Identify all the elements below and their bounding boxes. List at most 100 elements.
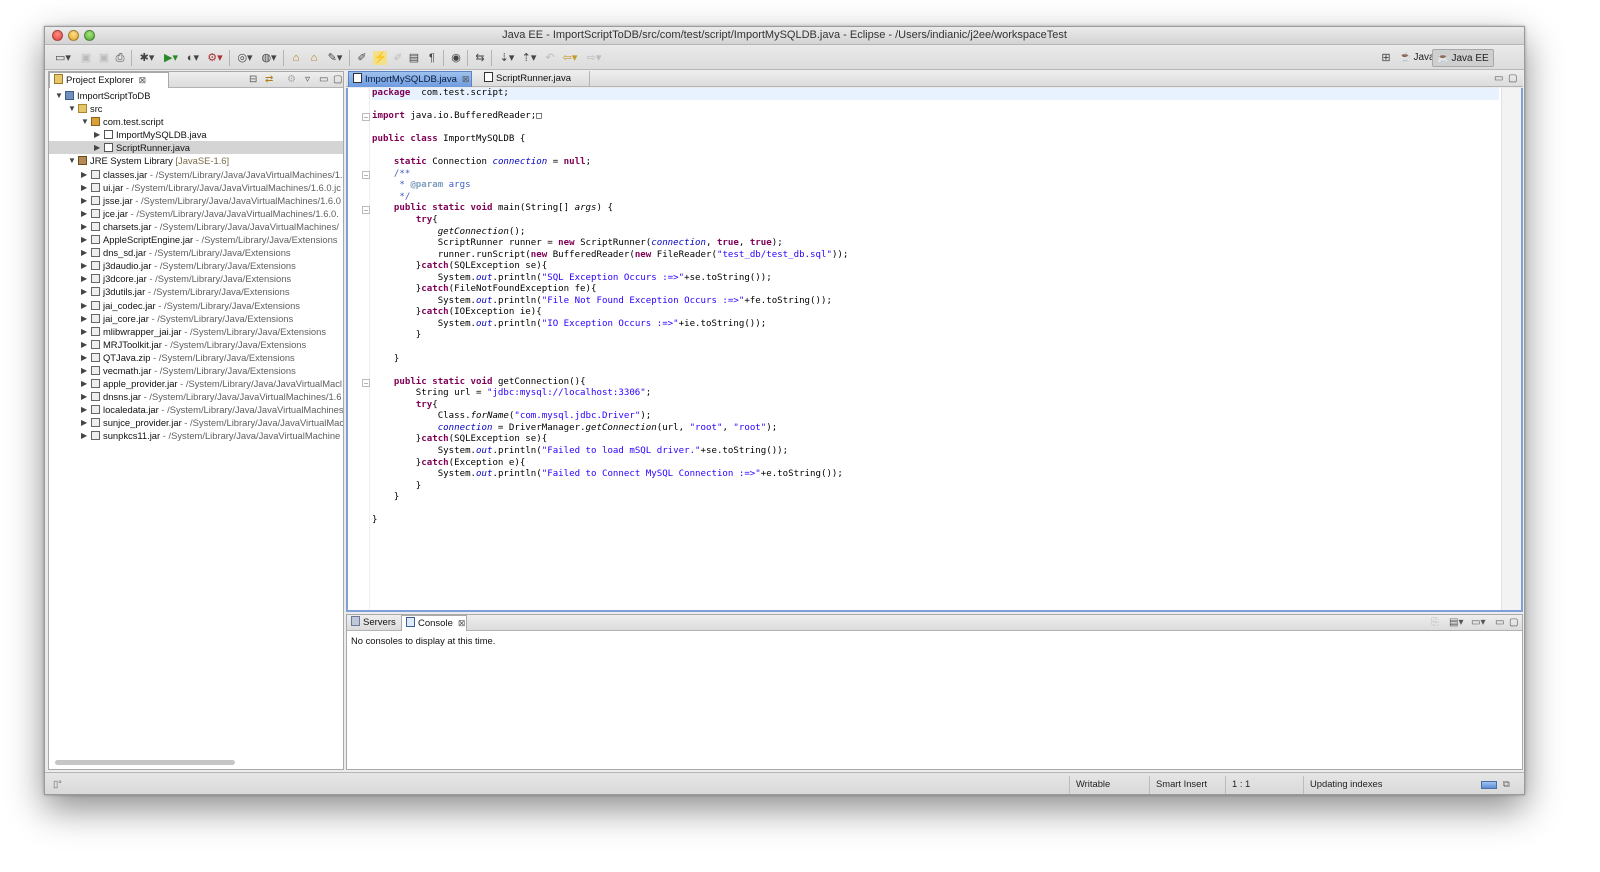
tab-scriptrunner-java[interactable]: ScriptRunner.java: [480, 71, 590, 87]
coverage-icon[interactable]: ◐▾: [183, 51, 203, 65]
expand-closed-icon[interactable]: ▶: [81, 194, 87, 207]
tree-item[interactable]: ▶ vecmath.jar - /System/Library/Java/Exte…: [49, 364, 343, 377]
expand-open-icon[interactable]: ▼: [68, 154, 76, 167]
expand-closed-icon[interactable]: ▶: [81, 377, 87, 390]
fast-view-icon[interactable]: ▯°: [53, 778, 62, 790]
browser-icon[interactable]: ◉: [449, 51, 463, 65]
prev-annotation-icon[interactable]: ⇡▾: [519, 51, 539, 65]
tree-item[interactable]: ▶ sunpkcs11.jar - /System/Library/Java/Ja…: [49, 429, 343, 442]
tree-item[interactable]: ▶ apple_provider.jar - /System/Library/Ja…: [49, 377, 343, 390]
expand-closed-icon[interactable]: ▶: [81, 351, 87, 364]
fold-toggle-icon[interactable]: −: [362, 378, 370, 387]
fold-toggle-icon[interactable]: −: [362, 170, 370, 179]
new-server-icon[interactable]: ◎▾: [235, 51, 255, 65]
filter-icon[interactable]: ⚙: [287, 74, 296, 86]
tree-item[interactable]: ▼ JRE System Library [JavaSE-1.6]: [49, 154, 343, 167]
tab-project-explorer[interactable]: Project Explorer ⊠: [49, 72, 169, 88]
tree-item[interactable]: ▶ ui.jar - /System/Library/Java/JavaVirtu…: [49, 181, 343, 194]
tree-item[interactable]: ▼ src: [49, 102, 343, 115]
pin-icon[interactable]: ⇆: [473, 51, 487, 65]
new-icon[interactable]: ▭▾: [53, 51, 73, 65]
maximize-view-icon[interactable]: ▢: [333, 74, 342, 86]
maximize-editor-icon[interactable]: ▢: [1508, 73, 1517, 85]
expand-closed-icon[interactable]: ▶: [81, 364, 87, 377]
close-tab-icon[interactable]: ⊠: [462, 74, 470, 84]
perspective-java-ee[interactable]: ☕ Java EE: [1432, 49, 1494, 67]
expand-closed-icon[interactable]: ▶: [81, 325, 87, 338]
tree-item[interactable]: ▶ ImportMySQLDB.java: [49, 128, 343, 141]
tree-item[interactable]: ▶ jai_codec.jar - /System/Library/Java/Ex…: [49, 299, 343, 312]
progress-view-icon[interactable]: ⧉: [1503, 778, 1510, 790]
open-perspective-icon[interactable]: ⊞: [1379, 51, 1393, 65]
tab-console[interactable]: Console ⊠: [401, 615, 467, 631]
code-area[interactable]: package com.test.script; import java.io.B…: [372, 88, 1499, 527]
view-menu-icon[interactable]: ▿: [305, 74, 310, 86]
open-console-icon[interactable]: ▭▾: [1471, 617, 1485, 629]
tree-item[interactable]: ▶ j3dutils.jar - /System/Library/Java/Ext…: [49, 285, 343, 298]
minimize-view-icon[interactable]: ▭: [1495, 617, 1504, 629]
tree-item[interactable]: ▶ localedata.jar - /System/Library/Java/J…: [49, 403, 343, 416]
pin-console-icon[interactable]: ⎘: [1431, 617, 1439, 629]
expand-closed-icon[interactable]: ▶: [81, 207, 87, 220]
annotation-icon[interactable]: ✐: [355, 51, 369, 65]
expand-open-icon[interactable]: ▼: [68, 102, 76, 115]
expand-closed-icon[interactable]: ▶: [81, 285, 87, 298]
tree-item[interactable]: ▶ charsets.jar - /System/Library/Java/Jav…: [49, 220, 343, 233]
fold-toggle-icon[interactable]: −: [362, 113, 370, 122]
progress-icon[interactable]: [1481, 781, 1497, 789]
expand-closed-icon[interactable]: ▶: [81, 272, 87, 285]
expand-open-icon[interactable]: ▼: [81, 115, 89, 128]
expand-closed-icon[interactable]: ▶: [81, 403, 87, 416]
debug-icon[interactable]: ✱▾: [137, 51, 157, 65]
tab-importmysqldb-java[interactable]: ImportMySQLDB.java ⊠: [348, 71, 472, 87]
tree-item[interactable]: ▶ jai_core.jar - /System/Library/Java/Ext…: [49, 312, 343, 325]
horizontal-scrollbar[interactable]: [55, 760, 235, 765]
save-icon[interactable]: ▣: [79, 51, 93, 65]
save-all-icon[interactable]: ▣: [97, 51, 111, 65]
expand-closed-icon[interactable]: ▶: [81, 429, 87, 442]
back-icon[interactable]: ⇦▾: [559, 51, 581, 65]
close-tab-icon[interactable]: ⊠: [139, 75, 147, 85]
forward-icon[interactable]: ⇨▾: [583, 51, 605, 65]
tree-item[interactable]: ▼ com.test.script: [49, 115, 343, 128]
expand-closed-icon[interactable]: ▶: [81, 390, 87, 403]
tree-item[interactable]: ▶ QTJava.zip - /System/Library/Java/Exten…: [49, 351, 343, 364]
tree-item[interactable]: ▶ dnsns.jar - /System/Library/Java/JavaVi…: [49, 390, 343, 403]
mark-occurrences-icon[interactable]: ⚡: [373, 51, 387, 65]
tree-item[interactable]: ▶ ScriptRunner.java: [49, 141, 343, 155]
new-web-icon[interactable]: ◍▾: [259, 51, 279, 65]
expand-closed-icon[interactable]: ▶: [94, 141, 100, 154]
link-with-editor-icon[interactable]: ⇄: [265, 74, 273, 86]
tree-item[interactable]: ▶ sunjce_provider.jar - /System/Library/J…: [49, 416, 343, 429]
expand-closed-icon[interactable]: ▶: [81, 181, 87, 194]
tree-item[interactable]: ▶ j3dcore.jar - /System/Library/Java/Exte…: [49, 272, 343, 285]
tree-item[interactable]: ▼ ImportScriptToDB: [49, 89, 343, 102]
tree-item[interactable]: ▶ j3daudio.jar - /System/Library/Java/Ext…: [49, 259, 343, 272]
expand-closed-icon[interactable]: ▶: [81, 312, 87, 325]
editor-vertical-scrollbar[interactable]: [1501, 88, 1521, 610]
expand-closed-icon[interactable]: ▶: [94, 128, 100, 141]
expand-open-icon[interactable]: ▼: [55, 89, 63, 102]
tab-servers[interactable]: Servers: [347, 615, 399, 631]
tree-item[interactable]: ▶ mlibwrapper_jai.jar - /System/Library/J…: [49, 325, 343, 338]
tree-item[interactable]: ▶ jce.jar - /System/Library/Java/JavaVirt…: [49, 207, 343, 220]
external-tools-icon[interactable]: ⚙▾: [205, 51, 225, 65]
tree-item[interactable]: ▶ AppleScriptEngine.jar - /System/Library…: [49, 233, 343, 246]
show-whitespace-icon[interactable]: ▤: [407, 51, 421, 65]
expand-closed-icon[interactable]: ▶: [81, 259, 87, 272]
expand-closed-icon[interactable]: ▶: [81, 338, 87, 351]
code-editor[interactable]: − − − − package com.test.script; import java…: [346, 88, 1523, 612]
tree-item[interactable]: ▶ MRJToolkit.jar - /System/Library/Java/E…: [49, 338, 343, 351]
search-icon[interactable]: ✎▾: [325, 51, 345, 65]
tree-item[interactable]: ▶ classes.jar - /System/Library/Java/Java…: [49, 168, 343, 181]
run-icon[interactable]: ▶▾: [161, 51, 181, 65]
fold-toggle-icon[interactable]: −: [362, 205, 370, 214]
expand-closed-icon[interactable]: ▶: [81, 416, 87, 429]
last-edit-icon[interactable]: ↶: [543, 51, 557, 65]
expand-closed-icon[interactable]: ▶: [81, 246, 87, 259]
maximize-view-icon[interactable]: ▢: [1509, 617, 1518, 629]
open-task-icon[interactable]: ⌂: [307, 51, 321, 65]
expand-closed-icon[interactable]: ▶: [81, 168, 87, 181]
next-annotation-icon[interactable]: ⇣▾: [497, 51, 517, 65]
close-tab-icon[interactable]: ⊠: [458, 618, 466, 628]
